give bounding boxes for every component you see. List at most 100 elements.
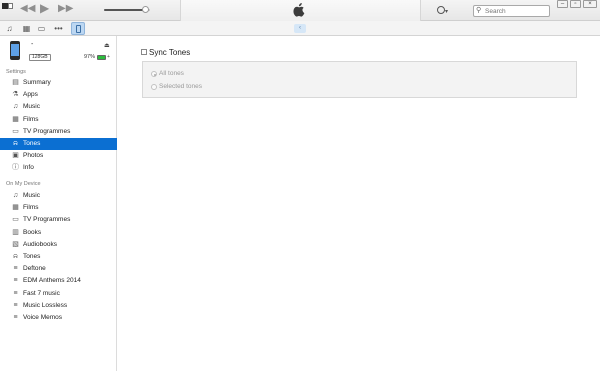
sidebar-item-label: Info xyxy=(23,164,34,172)
device-item-music-lossless[interactable]: ≡ Music Lossless xyxy=(0,300,117,312)
tv-icon: ▭ xyxy=(12,127,19,135)
play-icon[interactable]: ▶ xyxy=(40,2,49,14)
playlist-icon: ≡ xyxy=(13,277,18,285)
volume-slider[interactable] xyxy=(104,6,150,13)
sidebar-item-label: Films xyxy=(23,204,39,212)
playlist-icon: ≡ xyxy=(13,314,18,321)
battery-percentage: 97% xyxy=(84,54,96,60)
chevron-down-icon: ▾ xyxy=(445,9,449,15)
sidebar-item-photos[interactable]: ▣ Photos xyxy=(0,150,117,162)
device-item-books[interactable]: ▥ Books xyxy=(0,227,117,239)
back-button[interactable]: ‹ xyxy=(294,24,306,33)
summary-icon: ▤ xyxy=(12,79,19,86)
on-my-device-section-label: On My Device xyxy=(6,181,41,187)
device-header[interactable]: - 128GB ⏏ 97% + xyxy=(0,36,117,66)
sync-tones-label: Sync Tones xyxy=(149,48,191,57)
search-field[interactable]: ⚲ xyxy=(473,5,550,17)
sidebar: - 128GB ⏏ 97% + Settings ▤ Summary ⚗ Apps ♫ M… xyxy=(0,36,117,371)
sidebar-item-label: Audiobooks xyxy=(23,240,57,248)
user-icon xyxy=(437,6,445,14)
films-icon: ▦ xyxy=(12,204,19,212)
fast-forward-icon[interactable]: ▶▶ xyxy=(58,4,73,14)
playlist-icon: ≡ xyxy=(13,265,18,273)
device-item-tv-programmes[interactable]: ▭ TV Programmes xyxy=(0,214,117,226)
bell-icon: ⍾ xyxy=(13,140,18,147)
sidebar-item-label: Music xyxy=(23,103,40,111)
all-tones-radio[interactable] xyxy=(151,71,157,77)
sidebar-item-apps[interactable]: ⚗ Apps xyxy=(0,89,117,101)
camera-icon: ▣ xyxy=(12,152,19,160)
sidebar-item-label: Tones xyxy=(23,253,41,260)
sidebar-item-label: Music xyxy=(23,192,40,199)
account-button[interactable]: ▾ xyxy=(437,5,455,16)
top-toolbar: ◀◀ ▶ ▶▶ ▾ ⚲ – ▫ × xyxy=(0,0,600,21)
sidebar-item-label: Fast 7 music xyxy=(23,289,60,297)
sidebar-item-info[interactable]: ⓘ Info xyxy=(0,162,117,174)
films-icon: ▦ xyxy=(12,115,19,123)
device-item-music[interactable]: ♫ Music xyxy=(0,190,117,202)
selected-tones-radio[interactable] xyxy=(151,84,157,90)
sidebar-item-label: Tones xyxy=(23,140,41,147)
sidebar-item-label: Deftone xyxy=(23,265,46,273)
sidebar-item-label: Photos xyxy=(23,152,44,160)
minimize-window-button[interactable]: – xyxy=(557,0,568,8)
playlist-icon: ≡ xyxy=(13,301,18,309)
sidebar-item-label: Films xyxy=(23,115,39,123)
sidebar-item-label: TV Programmes xyxy=(23,127,71,135)
volume-slider-knob[interactable] xyxy=(141,6,149,13)
selected-tones-label: Selected tones xyxy=(159,83,203,90)
battery-icon xyxy=(97,55,106,60)
search-icon: ⚲ xyxy=(476,7,482,14)
capacity-badge: 128GB xyxy=(29,54,51,61)
sync-tones-checkbox[interactable] xyxy=(141,49,147,55)
books-icon: ▥ xyxy=(12,228,19,236)
eject-icon[interactable]: ⏏ xyxy=(104,42,110,49)
device-item-fast-7-music[interactable]: ≡ Fast 7 music xyxy=(0,288,117,300)
device-name: - xyxy=(31,41,34,48)
apps-icon: ⚗ xyxy=(12,91,19,99)
sidebar-item-label: EDM Anthems 2014 xyxy=(23,277,81,285)
iphone-image xyxy=(10,41,20,60)
sidebar-item-tv-programmes[interactable]: ▭ TV Programmes xyxy=(0,126,117,138)
charging-icon: + xyxy=(107,54,110,60)
sidebar-item-label: Voice Memos xyxy=(23,314,63,321)
rewind-icon[interactable]: ◀◀ xyxy=(20,4,35,14)
sidebar-item-tones[interactable]: ⍾ Tones xyxy=(0,138,117,150)
sidebar-item-label: Music Lossless xyxy=(23,301,68,309)
search-input[interactable] xyxy=(485,7,547,16)
device-item-films[interactable]: ▦ Films xyxy=(0,202,117,214)
device-item-voice-memos[interactable]: ≡ Voice Memos xyxy=(0,312,117,324)
audiobook-icon: ▧ xyxy=(12,240,19,248)
music-icon: ♫ xyxy=(12,103,19,111)
sidebar-item-label: Apps xyxy=(23,91,38,99)
iphone-icon xyxy=(76,25,81,33)
close-window-button[interactable]: × xyxy=(583,0,597,8)
device-item-edm-anthems-2014[interactable]: ≡ EDM Anthems 2014 xyxy=(0,275,117,287)
bell-icon: ⍾ xyxy=(13,253,18,260)
restore-window-button[interactable]: ▫ xyxy=(570,0,581,8)
tv-icon: ▭ xyxy=(12,216,19,224)
sidebar-item-summary[interactable]: ▤ Summary xyxy=(0,77,117,89)
device-button[interactable] xyxy=(71,22,85,35)
volume-slider-fill xyxy=(104,9,146,11)
sidebar-item-music[interactable]: ♫ Music xyxy=(0,101,117,113)
toolbar-divider xyxy=(420,0,421,21)
device-item-tones[interactable]: ⍾ Tones xyxy=(0,251,117,263)
device-item-deftone[interactable]: ≡ Deftone xyxy=(0,263,117,275)
all-tones-label: All tones xyxy=(159,70,184,77)
media-kind-bar: ♫ ▦ ▭ ••• ‹ xyxy=(0,21,600,36)
settings-section-label: Settings xyxy=(6,69,26,75)
menu-icon[interactable] xyxy=(2,2,14,11)
main-content: Sync Tones All tones Selected tones xyxy=(118,36,600,371)
device-item-audiobooks[interactable]: ▧ Audiobooks xyxy=(0,239,117,251)
music-icon: ♫ xyxy=(12,192,19,199)
tv-icon[interactable]: ▭ xyxy=(37,24,46,33)
films-icon[interactable]: ▦ xyxy=(22,24,31,33)
more-icon[interactable]: ••• xyxy=(52,24,65,33)
music-icon[interactable]: ♫ xyxy=(5,24,14,33)
sidebar-item-label: TV Programmes xyxy=(23,216,71,224)
sidebar-item-films[interactable]: ▦ Films xyxy=(0,114,117,126)
sidebar-item-label: Summary xyxy=(23,79,51,86)
tones-options-panel: All tones Selected tones xyxy=(142,61,577,98)
sidebar-item-label: Books xyxy=(23,228,42,236)
